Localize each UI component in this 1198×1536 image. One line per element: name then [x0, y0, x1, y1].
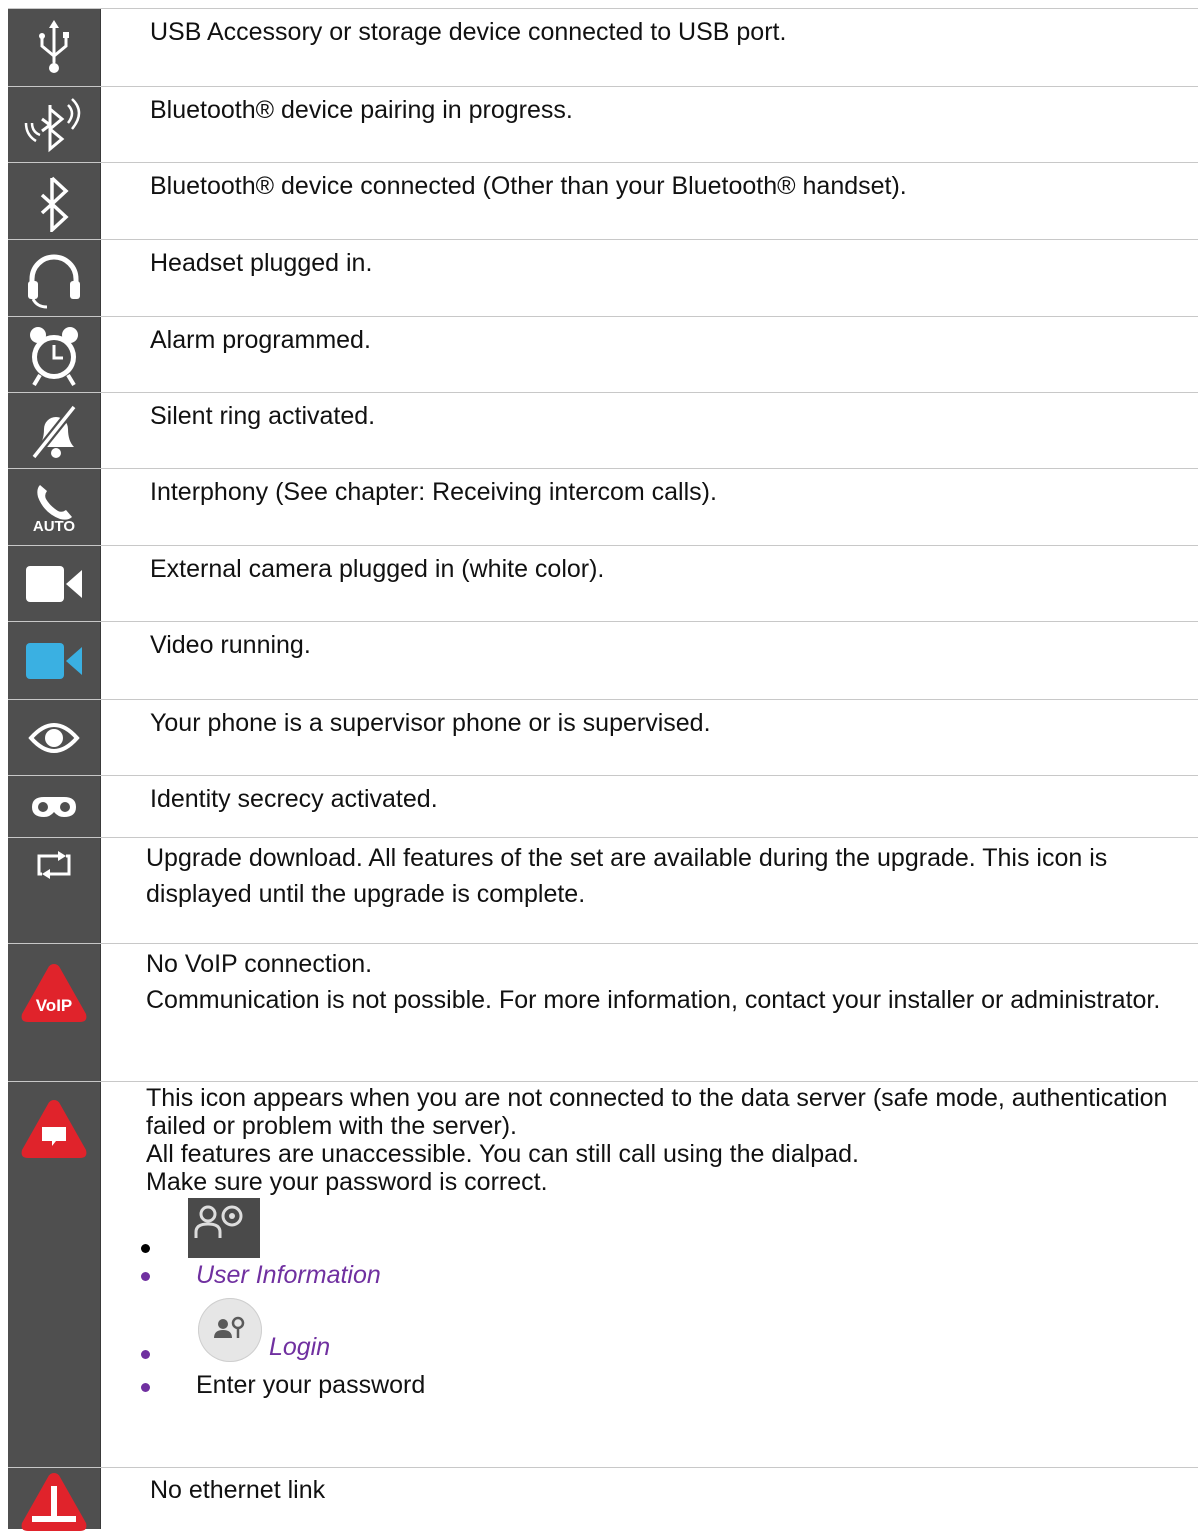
voip-label: VoIP: [36, 996, 73, 1015]
row-description: USB Accessory or storage device connecte…: [150, 18, 787, 46]
silent-bell-icon: [30, 404, 78, 460]
list-item: Enter your password: [141, 1370, 1188, 1406]
eye-icon: [28, 723, 80, 753]
usb-icon: [39, 20, 69, 73]
list-item: User Information: [141, 1260, 1188, 1298]
table-row: Alarm programmed.: [8, 316, 1198, 393]
alarm-clock-icon: [30, 327, 78, 387]
voip-line-2: Communication is not possible. For more …: [146, 986, 1161, 1014]
row-description: Identity secrecy activated.: [150, 785, 438, 813]
camera-blue-icon: [26, 643, 82, 679]
bluetooth-icon: [40, 176, 69, 232]
row-description: Silent ring activated.: [150, 402, 376, 430]
mask-icon: [32, 797, 76, 817]
user-settings-icon[interactable]: [188, 1198, 260, 1258]
row-description: Alarm programmed.: [150, 326, 371, 354]
login-icon[interactable]: [198, 1298, 262, 1362]
row-description: Interphony (See chapter: Receiving inter…: [150, 478, 717, 506]
voip-line-1: No VoIP connection.: [146, 950, 373, 978]
server-para-3: Make sure your password is correct.: [146, 1168, 548, 1196]
row-description: Video running.: [150, 631, 311, 659]
list-item: Login: [141, 1298, 1188, 1370]
table-row: External camera plugged in (white color)…: [8, 545, 1198, 622]
table-row: Bluetooth® device connected (Other than …: [8, 162, 1198, 240]
table-row: This icon appears when you are not conne…: [8, 1081, 1198, 1468]
row-description: Bluetooth® device connected (Other than …: [150, 172, 907, 200]
auto-label: AUTO: [32, 517, 76, 535]
voip-warning-icon: VoIP: [21, 964, 87, 1022]
login-link[interactable]: Login: [269, 1333, 330, 1361]
table-row: VoIP No VoIP connection. Communication i…: [8, 943, 1198, 1082]
server-para-1: This icon appears when you are not conne…: [146, 1084, 1168, 1140]
server-warning-icon: [21, 1100, 87, 1158]
table-row: Silent ring activated.: [8, 392, 1198, 469]
steps-list: User Information Login Enter your passwo…: [141, 1198, 1188, 1406]
phone-auto-icon: [37, 484, 72, 520]
row-description: Upgrade download. All features of the se…: [146, 844, 1108, 908]
row-description: Bluetooth® device pairing in progress.: [150, 96, 573, 124]
headset-icon: [28, 254, 80, 308]
table-row: Identity secrecy activated.: [8, 775, 1198, 838]
table-row: Video running.: [8, 621, 1198, 700]
table-row: No ethernet link: [8, 1467, 1198, 1531]
table-row: Headset plugged in.: [8, 239, 1198, 317]
table-row: Upgrade download. All features of the se…: [8, 837, 1198, 944]
table-row: USB Accessory or storage device connecte…: [8, 8, 1198, 87]
ethernet-warning-icon: [21, 1473, 87, 1531]
user-information-link[interactable]: User Information: [196, 1261, 381, 1289]
row-description: No ethernet link: [150, 1476, 326, 1504]
row-description: External camera plugged in (white color)…: [150, 555, 605, 583]
bluetooth-pairing-icon: [24, 98, 81, 153]
row-description: Your phone is a supervisor phone or is s…: [150, 709, 711, 737]
camera-white-icon: [26, 566, 82, 602]
table-row: Your phone is a supervisor phone or is s…: [8, 699, 1198, 776]
server-para-2: All features are unaccessible. You can s…: [146, 1140, 859, 1168]
list-item: [141, 1198, 1188, 1260]
table-row: Bluetooth® device pairing in progress.: [8, 86, 1198, 163]
table-row: AUTO Interphony (See chapter: Receiving …: [8, 468, 1198, 546]
row-description: Headset plugged in.: [150, 249, 373, 277]
upgrade-icon: [37, 851, 71, 879]
enter-password-step: Enter your password: [196, 1371, 426, 1399]
